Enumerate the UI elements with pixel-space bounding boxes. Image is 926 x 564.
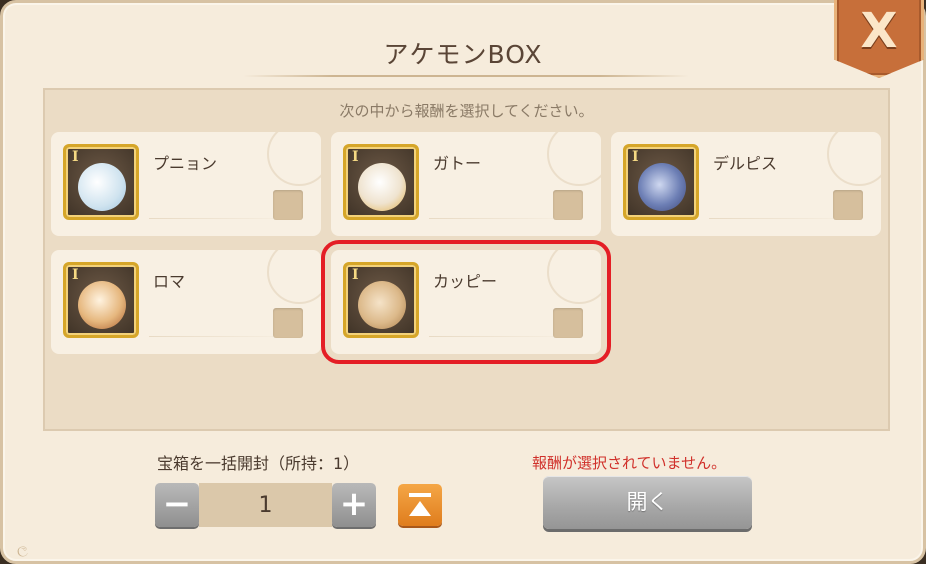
punyon-monster-icon: I — [63, 144, 139, 220]
reward-name: デルピス — [713, 154, 778, 173]
close-icon: X — [860, 3, 898, 59]
reward-card-roma[interactable]: I ロマ — [51, 250, 321, 354]
roma-monster-icon: I — [63, 262, 139, 338]
rank-label: I — [352, 149, 359, 165]
instruction-text: 次の中から報酬を選択してください。 — [339, 102, 594, 120]
reward-name: ガトー — [433, 154, 482, 173]
reward-name: カッピー — [433, 272, 498, 291]
bulk-open-label: 宝箱を一括開封（所持：1） — [157, 454, 360, 473]
open-button[interactable]: 開く — [543, 476, 752, 529]
corner-ornament-icon: ල — [17, 541, 28, 557]
reward-card-cappy[interactable]: I カッピー — [321, 240, 611, 364]
reward-checkbox[interactable] — [553, 190, 583, 220]
max-icon — [409, 493, 431, 497]
reward-card-punyon[interactable]: I プニョン — [51, 132, 321, 236]
dialog-title: アケモンBOX — [383, 40, 543, 69]
reward-card-delpis[interactable]: I デルピス — [611, 132, 881, 236]
rank-label: I — [72, 267, 79, 283]
gateau-monster-icon: I — [343, 144, 419, 220]
cappy-monster-icon: I — [343, 262, 419, 338]
rank-label: I — [352, 267, 359, 283]
reward-name: ロマ — [153, 272, 186, 291]
rank-label: I — [72, 149, 79, 165]
delpis-monster-icon: I — [623, 144, 699, 220]
reward-name: プニョン — [153, 154, 218, 173]
no-reward-warning: 報酬が選択されていません。 — [532, 454, 727, 472]
reward-panel: 次の中から報酬を選択してください。 I プニョン I ガトー I デルピス I … — [43, 88, 890, 431]
increase-quantity-button[interactable]: + — [332, 483, 376, 527]
quantity-field[interactable]: 1 — [199, 483, 332, 527]
title-divider — [243, 75, 689, 77]
max-quantity-button[interactable] — [398, 484, 442, 526]
reward-card-gateau[interactable]: I ガトー — [331, 132, 601, 236]
reward-dialog: アケモンBOX 次の中から報酬を選択してください。 I プニョン I ガトー I — [0, 0, 926, 564]
rank-label: I — [632, 149, 639, 165]
reward-checkbox[interactable] — [553, 308, 583, 338]
reward-checkbox[interactable] — [833, 190, 863, 220]
reward-checkbox[interactable] — [273, 308, 303, 338]
reward-checkbox[interactable] — [273, 190, 303, 220]
decrease-quantity-button[interactable]: − — [155, 483, 199, 527]
